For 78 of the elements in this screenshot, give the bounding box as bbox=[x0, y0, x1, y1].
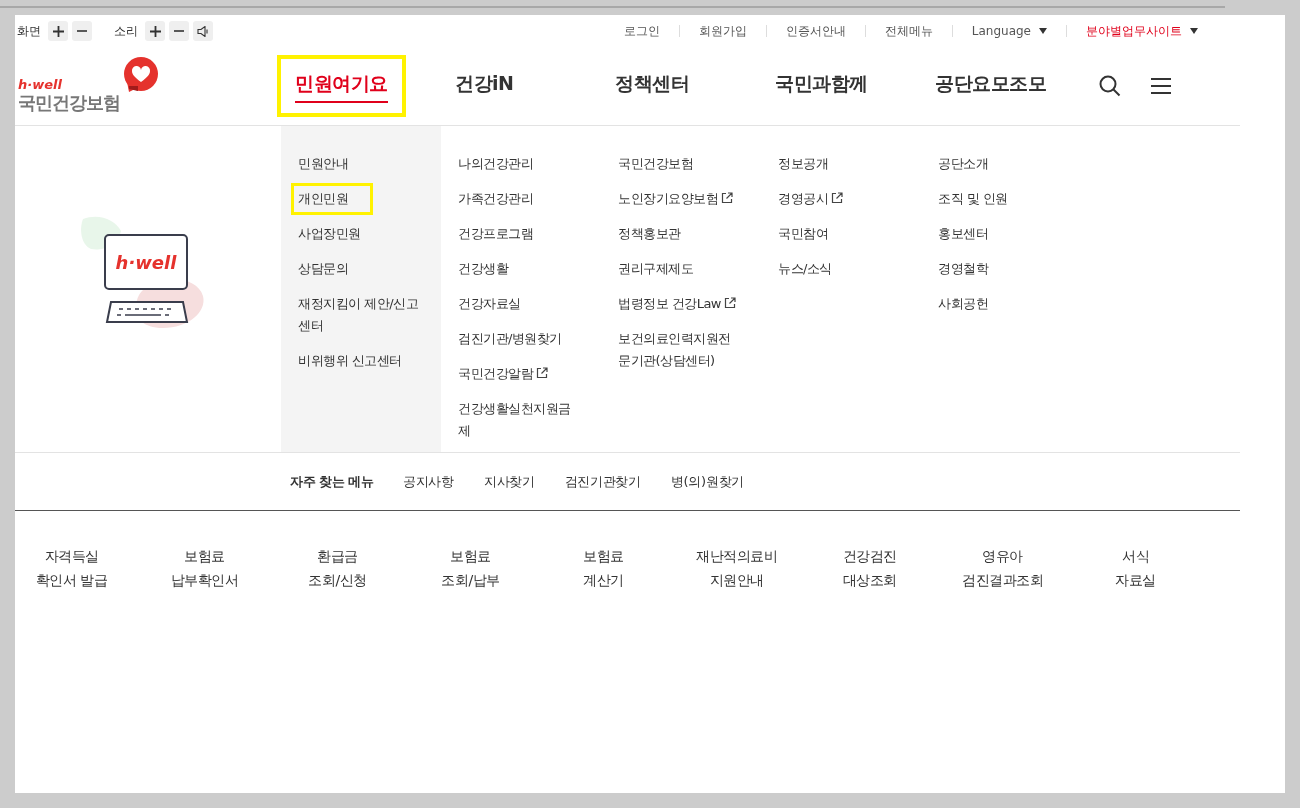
dropdown-caret-icon bbox=[1190, 28, 1198, 34]
submenu-link[interactable]: 국민건강보험 bbox=[611, 148, 700, 180]
screen-logo-text: h·well bbox=[115, 252, 177, 273]
submenu-link[interactable]: 법령정보 건강Law bbox=[611, 288, 743, 320]
plus-icon bbox=[149, 25, 161, 37]
external-link-icon bbox=[721, 192, 733, 204]
quick-menu-title: 자주 찾는 메뉴 bbox=[290, 472, 374, 491]
service-link[interactable]: 환급금 조회/신청 bbox=[271, 544, 404, 592]
zoom-out-button[interactable] bbox=[72, 21, 92, 41]
nav-tab[interactable]: 공단요모조모 bbox=[917, 55, 1064, 117]
external-link-icon bbox=[831, 192, 843, 204]
submenu-link[interactable]: 뉴스/소식 bbox=[771, 253, 839, 285]
submenu-link[interactable]: 국민건강알람 bbox=[451, 358, 555, 390]
minus-icon bbox=[174, 30, 184, 32]
sound-label: 소리 bbox=[114, 22, 138, 40]
service-link[interactable]: 영유아 검진결과조회 bbox=[936, 544, 1069, 592]
service-link[interactable]: 보험료 조회/납부 bbox=[404, 544, 537, 592]
submenu-link[interactable]: 노인장기요양보험 bbox=[611, 183, 740, 215]
search-icon[interactable] bbox=[1099, 75, 1121, 97]
external-link-icon bbox=[724, 297, 736, 309]
quick-link[interactable]: 검진기관찾기 bbox=[564, 472, 641, 491]
speaker-icon bbox=[197, 25, 209, 37]
volume-up-button[interactable] bbox=[145, 21, 165, 41]
submenu-link[interactable]: 공단소개 bbox=[931, 148, 995, 180]
submenu-link[interactable]: 비위행위 신고센터 bbox=[291, 345, 409, 377]
service-link[interactable]: 건강검진 대상조회 bbox=[803, 544, 936, 592]
quick-link[interactable]: 공지사항 bbox=[403, 472, 454, 491]
submenu-link[interactable]: 나의건강관리 bbox=[451, 148, 540, 180]
menu-icon[interactable] bbox=[1151, 78, 1171, 94]
volume-down-button[interactable] bbox=[169, 21, 189, 41]
dropdown-caret-icon bbox=[1039, 28, 1047, 34]
submenu-link[interactable]: 개인민원 bbox=[291, 183, 373, 215]
submenu-link[interactable]: 권리구제제도 bbox=[611, 253, 700, 285]
submenu-link[interactable]: 경영철학 bbox=[931, 253, 995, 285]
logo-name: 국민건강보험 bbox=[18, 92, 120, 114]
heart-bubble-icon bbox=[121, 56, 159, 94]
service-link[interactable]: 보험료 납부확인서 bbox=[138, 544, 271, 592]
nav-tab[interactable]: 민원여기요 bbox=[277, 55, 406, 117]
submenu-link[interactable]: 건강생활 bbox=[451, 253, 515, 285]
logo-tagline: h·well bbox=[18, 78, 63, 92]
minus-icon bbox=[77, 30, 87, 32]
submenu-link[interactable]: 재정지킴이 제안/신고센터 bbox=[291, 288, 427, 342]
quick-link[interactable]: 병(의)원찾기 bbox=[670, 472, 744, 491]
nav-tab[interactable]: 건강iN bbox=[437, 55, 532, 117]
service-link[interactable]: 보험료 계산기 bbox=[537, 544, 670, 592]
submenu-link[interactable]: 정보공개 bbox=[771, 148, 835, 180]
top-link[interactable]: 회원가입 bbox=[698, 22, 747, 40]
top-link[interactable]: 전체메뉴 bbox=[884, 22, 933, 40]
submenu-link[interactable]: 건강프로그램 bbox=[451, 218, 540, 250]
submenu-link[interactable]: 건강생활실천지원금제 bbox=[451, 393, 587, 447]
screen-size-label: 화면 bbox=[17, 22, 41, 40]
submenu-link[interactable]: 검진기관/병원찾기 bbox=[451, 323, 569, 355]
submenu-link[interactable]: 상담문의 bbox=[291, 253, 355, 285]
submenu-link[interactable]: 홍보센터 bbox=[931, 218, 995, 250]
top-link[interactable]: 분야별업무사이트 bbox=[1086, 22, 1198, 40]
submenu-link[interactable]: 건강자료실 bbox=[451, 288, 528, 320]
submenu-link[interactable]: 가족건강관리 bbox=[451, 183, 540, 215]
submenu-link[interactable]: 경영공시 bbox=[771, 183, 850, 215]
top-link[interactable]: Language bbox=[971, 24, 1047, 38]
nav-tab[interactable]: 정책센터 bbox=[597, 55, 707, 117]
submenu-link[interactable]: 조직 및 인원 bbox=[931, 183, 1015, 215]
service-link[interactable]: 서식 자료실 bbox=[1069, 544, 1202, 592]
nav-tab[interactable]: 국민과함께 bbox=[757, 55, 886, 117]
submenu-link[interactable]: 사업장민원 bbox=[291, 218, 368, 250]
quick-link[interactable]: 지사찾기 bbox=[483, 472, 535, 491]
service-link[interactable]: 자격득실 확인서 발급 bbox=[5, 544, 138, 592]
top-link[interactable]: 인증서안내 bbox=[785, 22, 846, 40]
submenu-link[interactable]: 보건의료인력지원전문기관(상담센터) bbox=[611, 323, 747, 377]
zoom-in-button[interactable] bbox=[48, 21, 68, 41]
speaker-button[interactable] bbox=[193, 21, 213, 41]
external-link-icon bbox=[536, 367, 548, 379]
submenu-link[interactable]: 사회공헌 bbox=[931, 288, 995, 320]
submenu-link[interactable]: 민원안내 bbox=[291, 148, 355, 180]
submenu-link[interactable]: 국민참여 bbox=[771, 218, 835, 250]
service-link[interactable]: 재난적의료비 지원안내 bbox=[670, 544, 803, 592]
submenu-link[interactable]: 정책홍보관 bbox=[611, 218, 688, 250]
top-link[interactable]: 로그인 bbox=[623, 22, 660, 40]
plus-icon bbox=[52, 25, 64, 37]
